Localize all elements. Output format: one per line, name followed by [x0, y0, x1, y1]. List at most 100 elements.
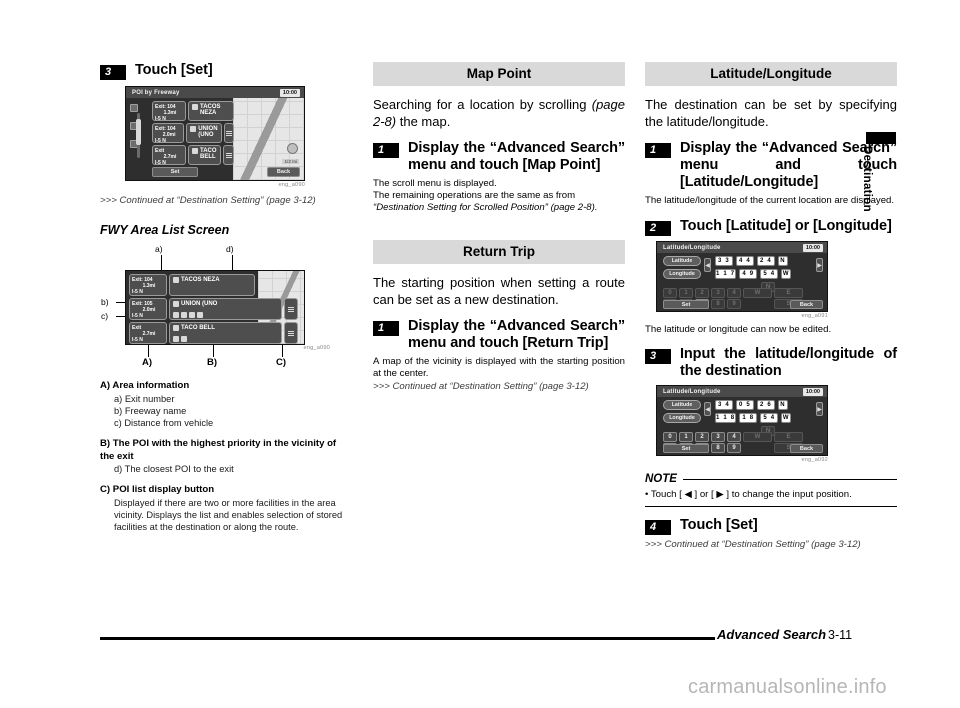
step-2-touch-lat-or-long: 2 Touch [Latitude] or [Longitude]: [645, 218, 897, 236]
key-1[interactable]: 1: [679, 432, 693, 442]
longitude-button[interactable]: Longitude: [663, 269, 701, 279]
right-arrow-icon[interactable]: ▶: [816, 402, 823, 416]
return-trip-note: A map of the vicinity is displayed with …: [373, 356, 625, 379]
key-3[interactable]: 3: [711, 288, 725, 298]
figure-caption: eng_a090: [303, 345, 330, 351]
back-button[interactable]: Back: [790, 300, 823, 309]
key-3[interactable]: 3: [711, 432, 725, 442]
poi-entry[interactable]: TACOS NEZA: [188, 101, 234, 121]
key-9[interactable]: 9: [727, 443, 741, 453]
step-3-input-lat-long: 3 Input the latitude/longitude of the de…: [645, 346, 897, 380]
key-1[interactable]: 1: [679, 288, 693, 298]
poi-list-item[interactable]: Exit: 104 1.3mi I-5 N TACOS NEZA: [152, 101, 234, 122]
callout-d: d): [226, 244, 234, 254]
poi-entry[interactable]: TACO BELL: [169, 322, 282, 344]
poi-list-item[interactable]: Exit 2.7mi I-5 N TACO BELL: [152, 145, 234, 166]
left-arrow-icon[interactable]: ◀: [704, 402, 711, 416]
keypad-row-1[interactable]: 0 1 2 3 4 W E: [663, 432, 803, 442]
poi-entry[interactable]: TACOS NEZA: [169, 274, 255, 296]
poi-list-item[interactable]: Exit: 104 2.0mi I-5 N UNION (UNO: [152, 123, 234, 144]
screen-title: POI by Freeway: [126, 87, 304, 98]
key-east[interactable]: E: [774, 288, 803, 298]
step-text: Display the “Advanced Search” menu and t…: [408, 318, 625, 351]
poi-entry[interactable]: UNION (UNO: [169, 298, 282, 320]
set-button[interactable]: Set: [152, 167, 198, 177]
lon-degrees: 1 1 7: [715, 269, 737, 279]
poi-entry[interactable]: UNION (UNO: [186, 123, 222, 143]
lon-direction: W: [781, 413, 792, 423]
key-0[interactable]: 0: [663, 432, 677, 442]
key-9[interactable]: 9: [727, 299, 741, 309]
intro-part-1: Searching for a location by scrolling: [373, 97, 592, 112]
exit-info: Exit 2.7mi I-5 N: [152, 145, 186, 166]
scrollbar[interactable]: [136, 113, 141, 158]
keypad-row-1[interactable]: 0 1 2 3 4 W E: [663, 288, 803, 298]
lon-seconds: 5 4: [760, 269, 779, 279]
poi-list-item[interactable]: Exit 2.7mi I-5 N TACO BELL: [129, 322, 298, 344]
poi-entry[interactable]: TACO BELL: [188, 145, 221, 165]
compass-icon[interactable]: [287, 143, 298, 154]
clock-display: 10:00: [802, 388, 823, 396]
freeway-name: I-5 N: [155, 138, 166, 144]
legend-item: B) The POI with the highest priority in …: [100, 438, 352, 475]
section-banner-return-trip: Return Trip: [373, 240, 625, 264]
poi-list-display-button[interactable]: [284, 298, 298, 320]
step-4-touch-set: 4 Touch [Set]: [645, 517, 897, 535]
watermark: carmanualsonline.info: [688, 676, 887, 698]
key-2[interactable]: 2: [695, 432, 709, 442]
figure-caption: eng_a090: [278, 182, 305, 188]
step-number: 4: [645, 520, 671, 535]
figure-fwy-area-list: a) d) b) c) Exit: 104 1.3mi I-5 N TACOS …: [100, 244, 352, 374]
set-button[interactable]: Set: [663, 444, 709, 453]
continued-reference: >>> Continued at “Destination Setting” (…: [100, 195, 316, 206]
poi-list-item[interactable]: Exit: 104 1.3mi I-5 N TACOS NEZA: [129, 274, 255, 296]
lon-seconds: 5 4: [760, 413, 779, 423]
list-icon: [225, 152, 232, 158]
back-button[interactable]: Back: [267, 167, 300, 177]
poi-list-display-button[interactable]: [223, 123, 234, 143]
atm-icon: [181, 312, 187, 318]
back-button[interactable]: Back: [790, 444, 823, 453]
step-number: 3: [100, 65, 126, 80]
callout-A: A): [142, 357, 153, 368]
step-text: Touch [Set]: [135, 62, 213, 78]
key-east[interactable]: E: [774, 432, 803, 442]
longitude-button[interactable]: Longitude: [663, 413, 701, 423]
restaurant-icon: [192, 148, 198, 154]
footer-page-number: 3-11: [828, 628, 853, 642]
scroll-top-icon[interactable]: [130, 104, 138, 112]
poi-list-display-button[interactable]: [223, 145, 234, 165]
poi-list-display-button[interactable]: [284, 322, 298, 344]
set-button[interactable]: Set: [663, 300, 709, 309]
key-west[interactable]: W: [743, 432, 772, 442]
lon-minutes: 1 8: [739, 413, 758, 423]
key-2[interactable]: 2: [695, 288, 709, 298]
key-0[interactable]: 0: [663, 288, 677, 298]
nav-screen-lat-long-2: Latitude/Longitude 10:00 Latitude Longit…: [656, 385, 828, 456]
figure-lat-long-2: Latitude/Longitude 10:00 Latitude Longit…: [656, 385, 828, 463]
latitude-value-row: 3 3 4 4 2 4 N: [715, 256, 788, 266]
latitude-button[interactable]: Latitude: [663, 256, 701, 266]
key-4[interactable]: 4: [727, 432, 741, 442]
note-body: • Touch [ ◀ ] or [ ▶ ] to change the inp…: [645, 485, 897, 507]
lon-direction: W: [781, 269, 792, 279]
lat-long-intro: The destination can be set by specifying…: [645, 97, 897, 129]
step-number: 1: [373, 143, 399, 158]
step-number: 1: [373, 321, 399, 336]
lat-long-step1-note: The latitude/longitude of the current lo…: [645, 195, 895, 206]
step-number: 2: [645, 221, 671, 236]
figure-poi-by-freeway: POI by Freeway 10:00 Exit: 104 1.3mi I-5…: [125, 86, 305, 188]
key-8[interactable]: 8: [711, 443, 725, 453]
right-arrow-icon[interactable]: ▶: [816, 258, 823, 272]
left-arrow-icon[interactable]: ◀: [704, 258, 711, 272]
exit-info: Exit: 105 2.0mi I-5 N: [129, 298, 167, 320]
figure-caption: eng_a091: [801, 313, 828, 319]
key-west[interactable]: W: [743, 288, 772, 298]
key-8[interactable]: 8: [711, 299, 725, 309]
middle-column: Map Point Searching for a location by sc…: [373, 62, 625, 393]
key-4[interactable]: 4: [727, 288, 741, 298]
map-point-note-3: “Destination Setting for Scrolled Positi…: [373, 202, 598, 213]
poi-list-item[interactable]: Exit: 105 2.0mi I-5 N UNION (UNO: [129, 298, 298, 320]
longitude-value-row: 1 1 7 4 9 5 4 W: [715, 269, 792, 279]
latitude-button[interactable]: Latitude: [663, 400, 701, 410]
